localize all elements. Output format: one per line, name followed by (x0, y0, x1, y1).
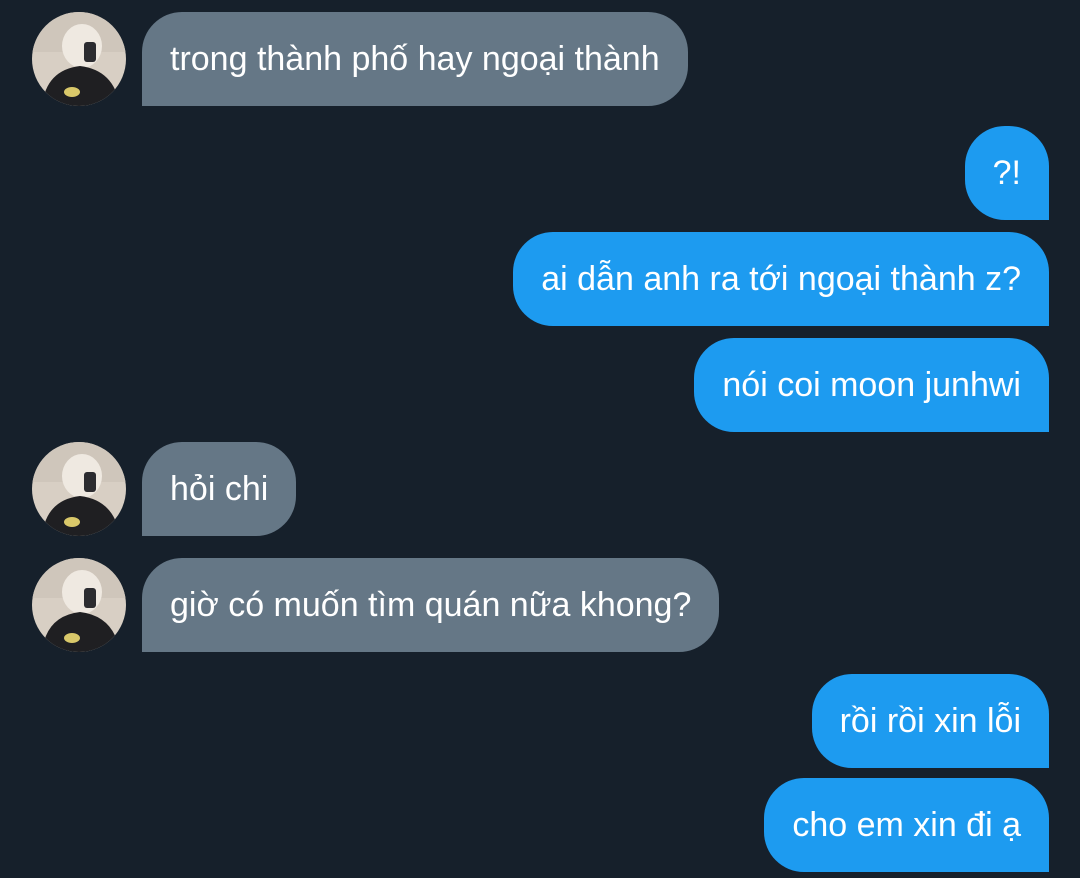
received-message[interactable]: trong thành phố hay ngoại thành (142, 12, 688, 106)
chat-thread: trong thành phố hay ngoại thành ?! ai dẫ… (0, 0, 1080, 878)
sent-message[interactable]: nói coi moon junhwi (694, 338, 1049, 432)
contact-avatar-icon[interactable] (32, 442, 126, 536)
sent-message[interactable]: cho em xin đi ạ (764, 778, 1049, 872)
sent-message[interactable]: ?! (964, 126, 1049, 220)
message-text: cho em xin đi ạ (792, 806, 1021, 844)
sent-message[interactable]: rồi rồi xin lỗi (811, 674, 1049, 768)
message-text: nói coi moon junhwi (722, 366, 1021, 404)
received-message[interactable]: giờ có muốn tìm quán nữa khong? (142, 558, 720, 652)
message-text: giờ có muốn tìm quán nữa khong? (170, 586, 692, 624)
message-text: ai dẫn anh ra tới ngoại thành z? (541, 260, 1021, 298)
message-text: ?! (992, 154, 1021, 192)
received-message[interactable]: hỏi chi (142, 442, 297, 536)
message-text: trong thành phố hay ngoại thành (170, 40, 660, 78)
message-text: hỏi chi (170, 470, 269, 508)
message-text: rồi rồi xin lỗi (839, 702, 1021, 740)
contact-avatar-icon[interactable] (32, 12, 126, 106)
contact-avatar-icon[interactable] (32, 558, 126, 652)
sent-message[interactable]: ai dẫn anh ra tới ngoại thành z? (513, 232, 1049, 326)
